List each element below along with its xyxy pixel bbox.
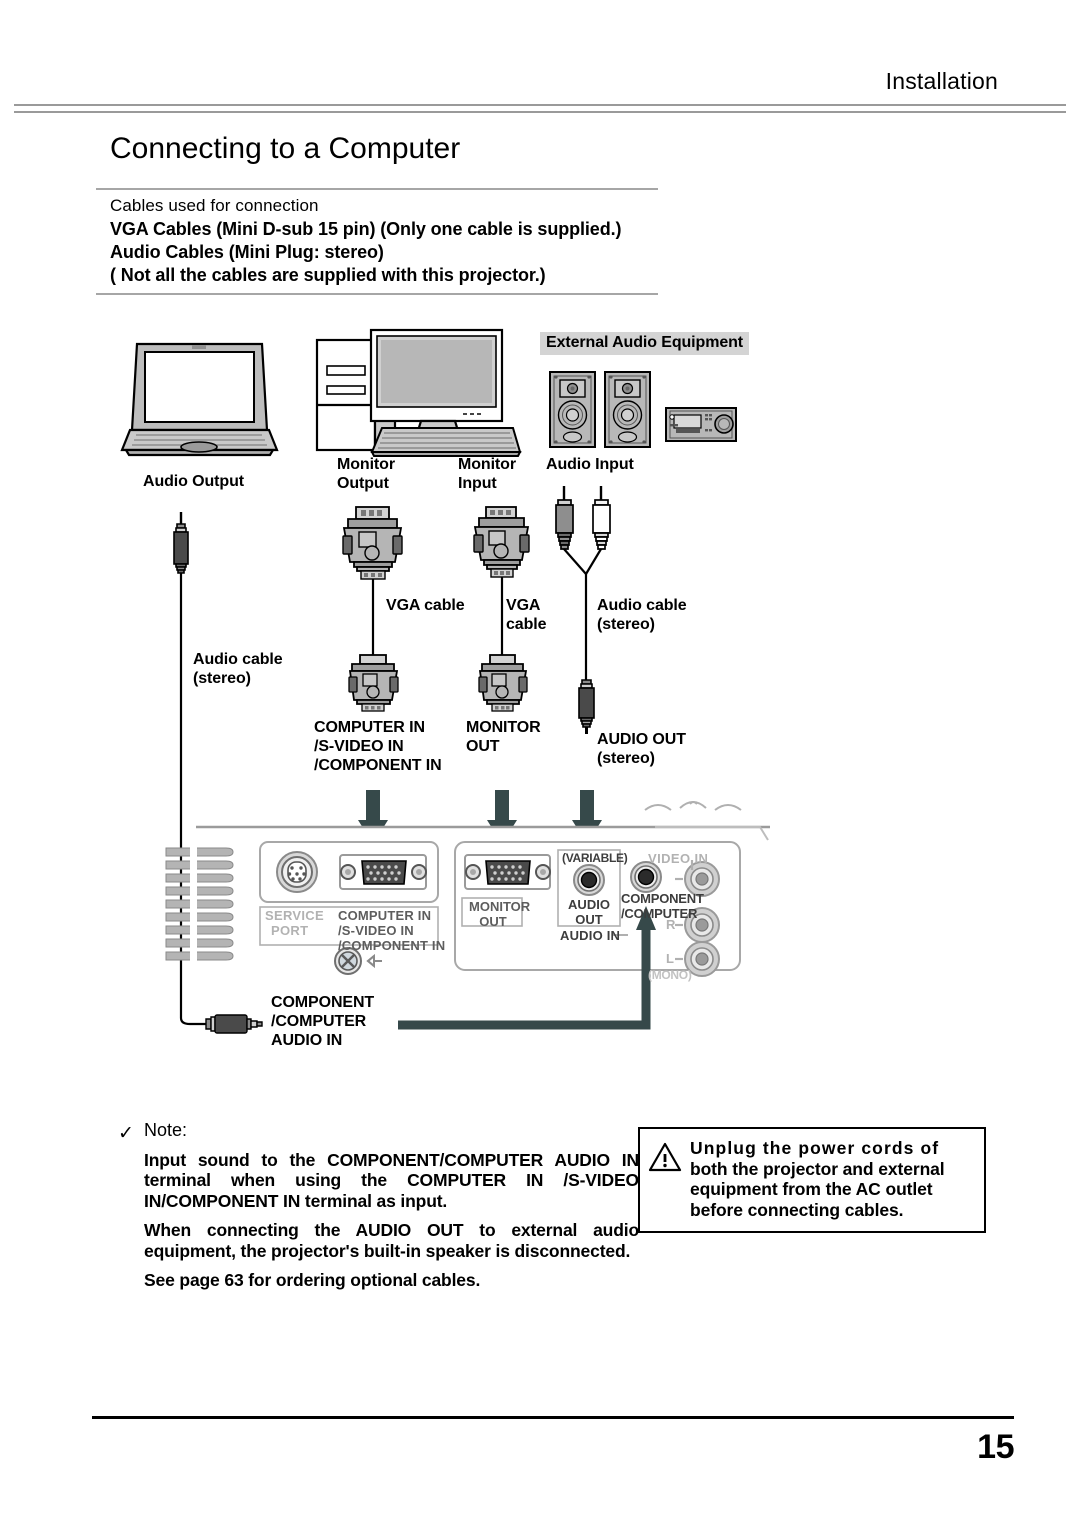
label-audio-cable-right: Audio cable (stereo) xyxy=(597,597,687,633)
panel-print-channel-r: R xyxy=(666,917,676,932)
label-audio-input: Audio Input xyxy=(546,456,634,473)
keyboard-illustration xyxy=(370,427,522,457)
desktop-monitor-illustration xyxy=(369,328,504,444)
panel-print-mono: (MONO) xyxy=(648,968,692,982)
panel-print-computer-in: COMPUTER IN /S-VIDEO IN /COMPONENT IN xyxy=(338,908,446,953)
panel-print-audio-in: AUDIO IN xyxy=(560,928,621,943)
vent-slats xyxy=(165,843,234,968)
cable-line-note: ( Not all the cables are supplied with t… xyxy=(110,265,546,285)
panel-print-service-port: SERVICE PORT xyxy=(265,908,324,938)
label-audio-cable-left: Audio cable (stereo) xyxy=(193,651,283,687)
warning-line-2: both the projector and external xyxy=(690,1158,945,1179)
label-vga-cable-1: VGA cable xyxy=(386,597,465,614)
panel-print-channel-l: L xyxy=(666,951,674,966)
warning-line-4: before connecting cables. xyxy=(690,1199,904,1220)
warning-triangle-icon xyxy=(648,1138,682,1221)
cables-box-bottom-rule xyxy=(96,293,658,295)
speaker-right-illustration xyxy=(604,371,651,448)
note-block: ✓ Note: Input sound to the COMPONENT/COM… xyxy=(118,1120,648,1291)
header-divider xyxy=(14,104,1066,113)
arrow-monitor-out xyxy=(487,790,517,844)
page-header-section-title: Installation xyxy=(885,68,998,94)
vga-connector-computer-in xyxy=(348,654,399,712)
monitor-out-vga-port xyxy=(464,854,551,890)
cable-line-audio: Audio Cables (Mini Plug: stereo) xyxy=(110,242,384,262)
page-number: 15 xyxy=(977,1428,1014,1466)
note-paragraph-2: When connecting the AUDIO OUT to externa… xyxy=(144,1220,639,1261)
label-laptop-audio-output: Audio Output xyxy=(143,473,244,490)
note-paragraph-1: Input sound to the COMPONENT/COMPUTER AU… xyxy=(144,1150,639,1211)
speaker-left-illustration xyxy=(549,371,596,448)
label-vga-cable-2: VGA cable xyxy=(506,597,547,633)
vga-connector-monitor-out xyxy=(478,654,528,712)
amplifier-illustration xyxy=(665,407,737,442)
panel-print-variable: (VARIABLE) xyxy=(562,851,628,865)
callout-monitor-out: MONITOR OUT xyxy=(466,719,541,755)
cable-line-vga: VGA Cables (Mini D-sub 15 pin) (Only one… xyxy=(110,219,622,239)
note-paragraph-3: See page 63 for ordering optional cables… xyxy=(144,1270,481,1291)
cables-used-box: Cables used for connection VGA Cables (M… xyxy=(96,188,658,295)
note-check-icon: ✓ xyxy=(118,1123,134,1144)
label-monitor-input: Monitor Input xyxy=(458,456,516,492)
warning-box: Unplug the power cords of both the proje… xyxy=(638,1127,986,1233)
component-computer-audio-in-jack xyxy=(630,861,662,893)
panel-print-monitor-out: MONITOR OUT xyxy=(469,899,531,929)
desktop-tower-illustration xyxy=(315,336,397,452)
external-audio-equipment-heading: External Audio Equipment xyxy=(540,332,750,355)
s-video-port xyxy=(276,851,318,893)
audio-out-jack xyxy=(573,864,605,896)
note-label: Note: xyxy=(144,1120,188,1140)
vga-connector-monitor-output xyxy=(342,506,403,655)
warning-text: Unplug the power cords of both the proje… xyxy=(690,1138,945,1221)
laptop-illustration xyxy=(120,342,279,457)
page-title: Connecting to a Computer xyxy=(110,132,461,165)
arrow-computer-in xyxy=(358,790,388,844)
left-audio-cable xyxy=(173,512,263,1034)
computer-in-vga-port xyxy=(339,854,427,890)
callout-component-computer-audio-in: COMPONENT /COMPUTER AUDIO IN xyxy=(271,994,375,1049)
callout-computer-in: COMPUTER IN /S-VIDEO IN /COMPONENT IN xyxy=(314,719,442,774)
panel-print-component-computer: COMPONENT /COMPUTER xyxy=(621,891,704,921)
callout-audio-out: AUDIO OUT (stereo) xyxy=(597,731,686,767)
warning-line-1: Unplug the power cords of xyxy=(690,1138,940,1158)
label-monitor-output: Monitor Output xyxy=(337,456,395,492)
arrow-audio-out xyxy=(572,790,602,844)
warning-line-3: equipment from the AC outlet xyxy=(690,1179,933,1200)
footer-divider xyxy=(92,1416,1014,1419)
panel-print-audio-out: AUDIO OUT xyxy=(568,897,610,927)
panel-print-video-in: VIDEO IN xyxy=(648,851,709,866)
cables-intro-text: Cables used for connection xyxy=(110,196,319,215)
